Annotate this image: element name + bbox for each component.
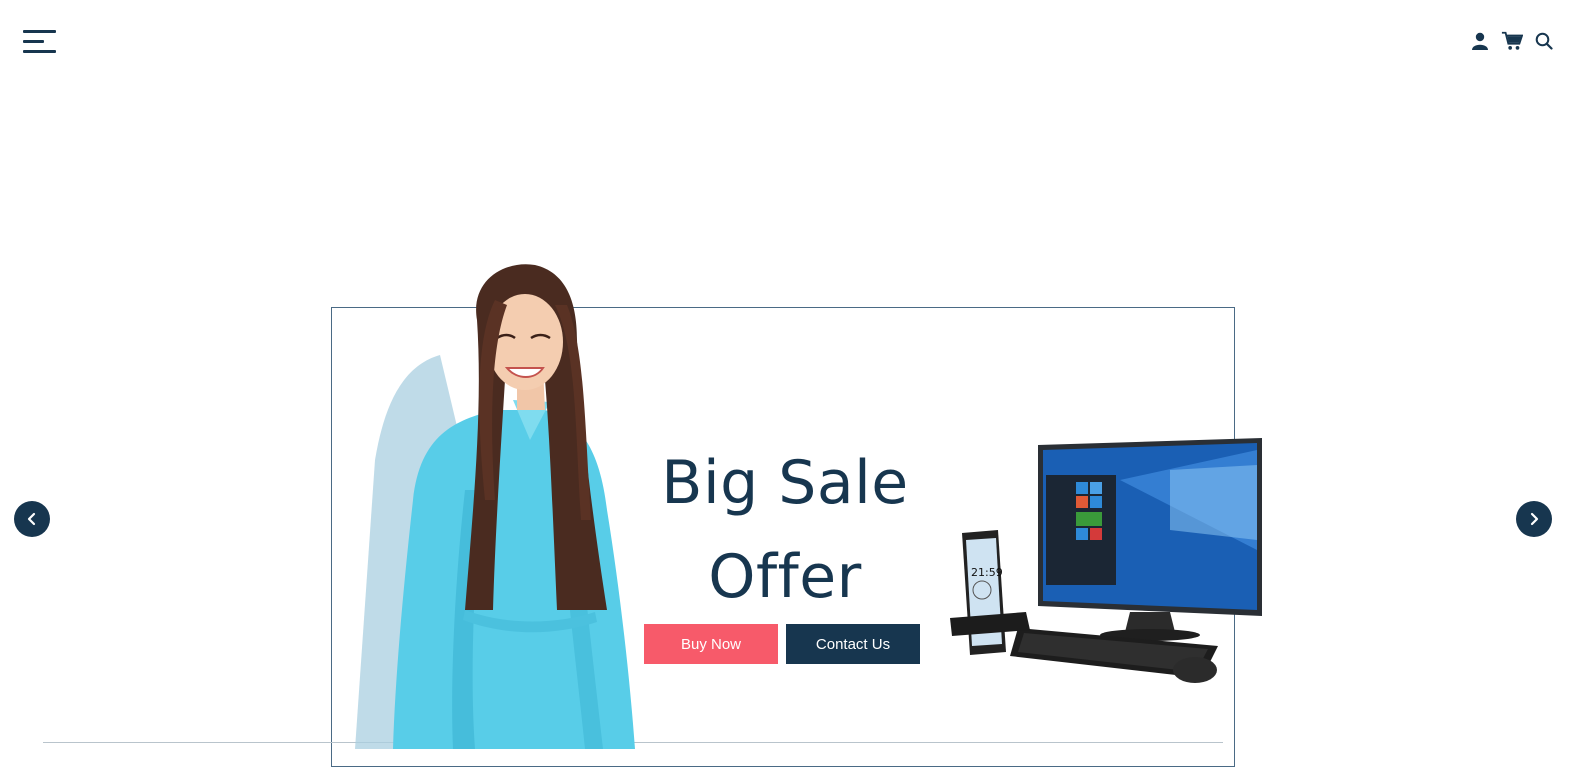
svg-text:21:59: 21:59 [971, 566, 1003, 579]
hamburger-menu-icon[interactable] [23, 30, 57, 54]
buy-now-button[interactable]: Buy Now [644, 624, 778, 664]
chevron-left-icon [27, 512, 36, 526]
model-photo [355, 264, 635, 749]
devices-photo: 21:59 [950, 438, 1262, 683]
menu-line [23, 30, 56, 33]
carousel-prev-button[interactable] [14, 501, 50, 537]
headline-line-2: Offer [708, 542, 862, 612]
header-actions [1469, 30, 1555, 52]
headline-line-1: Big Sale [661, 448, 909, 518]
hero-headline: Big Sale Offer [640, 436, 930, 624]
menu-line [23, 40, 44, 43]
contact-us-button[interactable]: Contact Us [786, 624, 920, 664]
chevron-right-icon [1530, 512, 1539, 526]
menu-line [23, 50, 56, 53]
carousel-next-button[interactable] [1516, 501, 1552, 537]
user-icon[interactable] [1469, 30, 1491, 52]
cart-icon[interactable] [1501, 30, 1523, 52]
search-icon[interactable] [1533, 30, 1555, 52]
